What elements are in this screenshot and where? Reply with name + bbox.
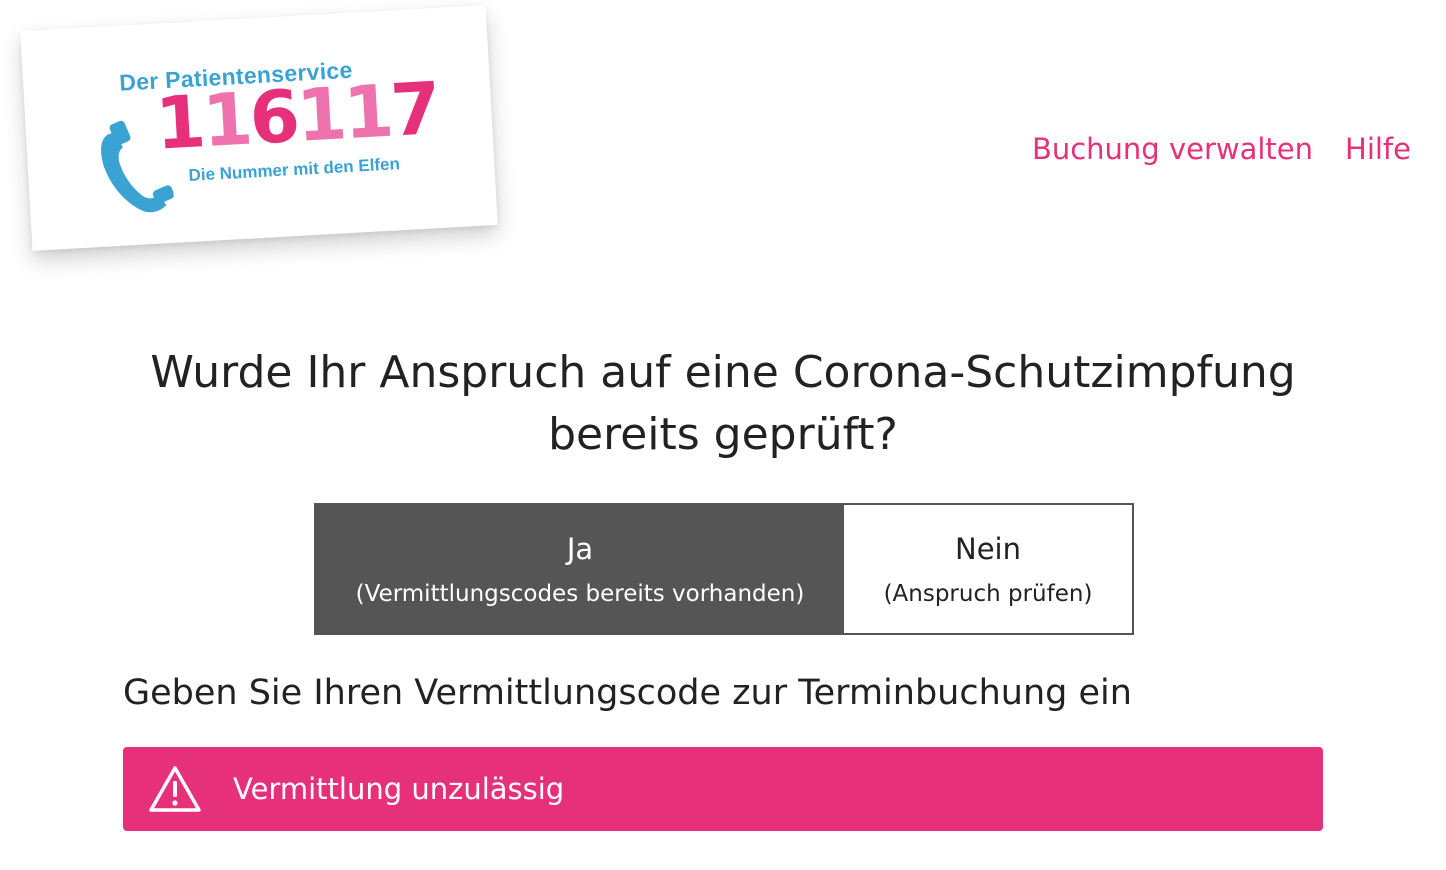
- error-alert: Vermittlung unzulässig: [123, 747, 1323, 831]
- warning-icon: [149, 766, 201, 812]
- header-nav: Buchung verwalten Hilfe: [1032, 132, 1411, 166]
- error-alert-message: Vermittlung unzulässig: [233, 772, 565, 806]
- yes-option-button[interactable]: Ja (Vermittlungscodes bereits vorhanden): [316, 505, 844, 633]
- no-option-button[interactable]: Nein (Anspruch prüfen): [844, 505, 1132, 633]
- logo-number: 116117: [153, 66, 441, 166]
- no-option-title: Nein: [955, 532, 1021, 566]
- eligibility-toggle: Ja (Vermittlungscodes bereits vorhanden)…: [314, 503, 1134, 635]
- code-entry-prompt: Geben Sie Ihren Vermittlungscode zur Ter…: [123, 673, 1132, 713]
- page-title-line-1: Wurde Ihr Anspruch auf eine Corona-Schut…: [150, 347, 1296, 398]
- manage-booking-link[interactable]: Buchung verwalten: [1032, 132, 1313, 166]
- yes-option-subtitle: (Vermittlungscodes bereits vorhanden): [355, 581, 805, 607]
- page-title-line-2: bereits geprüft?: [548, 409, 898, 460]
- page: Der Patientenservice 116117 Die Nummer m…: [0, 0, 1446, 870]
- no-option-subtitle: (Anspruch prüfen): [883, 581, 1093, 607]
- help-link[interactable]: Hilfe: [1345, 132, 1411, 166]
- logo[interactable]: Der Patientenservice 116117 Die Nummer m…: [20, 5, 498, 251]
- page-title: Wurde Ihr Anspruch auf eine Corona-Schut…: [0, 342, 1446, 466]
- yes-option-title: Ja: [566, 532, 594, 566]
